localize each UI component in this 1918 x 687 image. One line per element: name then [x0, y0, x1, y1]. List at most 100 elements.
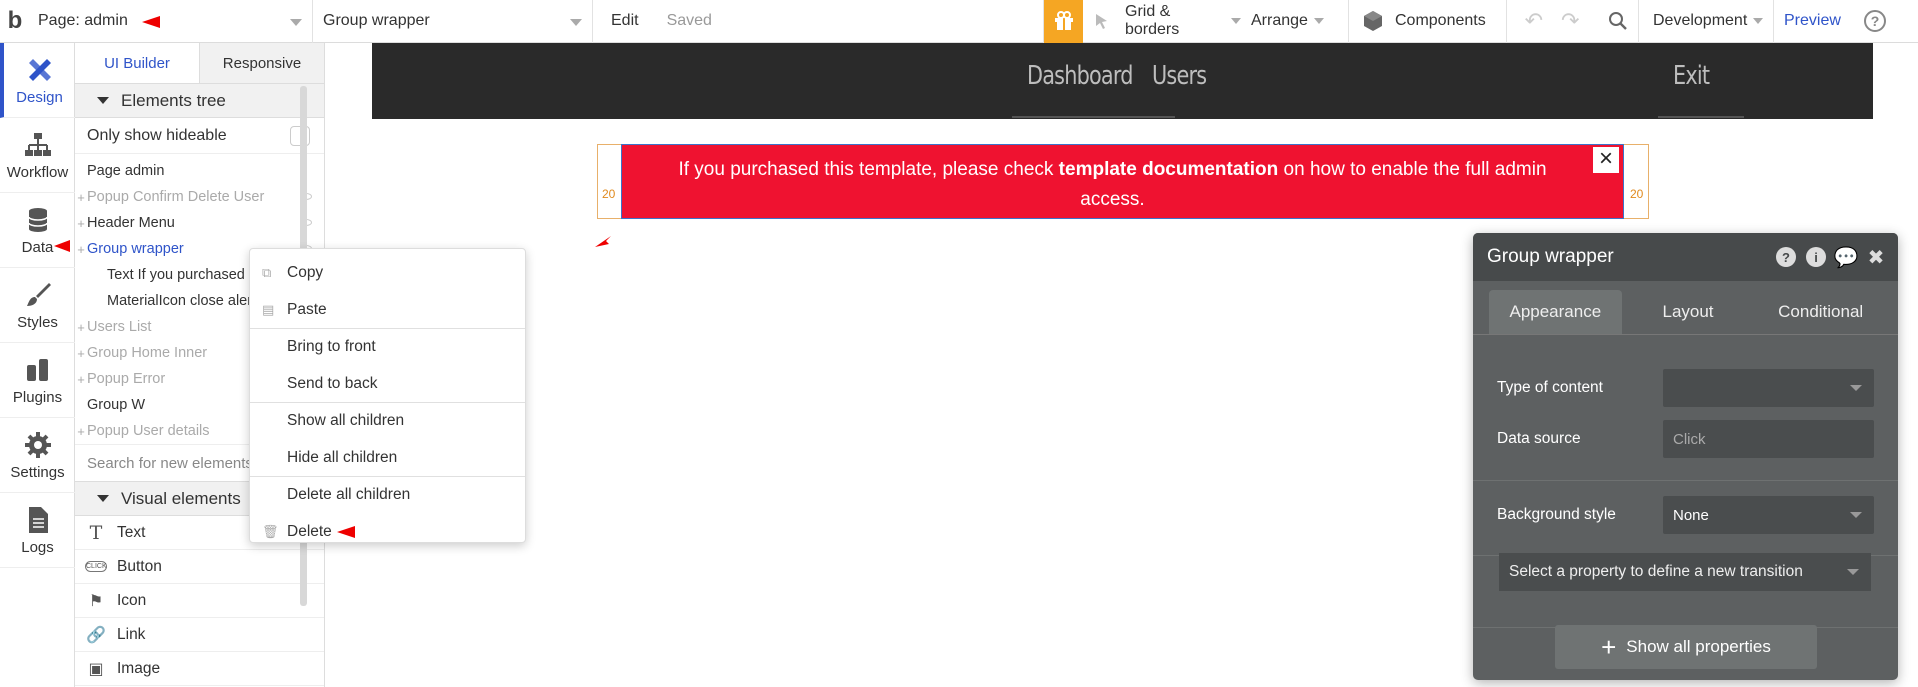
- rail-data[interactable]: Data: [0, 193, 75, 268]
- annotation-arrow: [595, 236, 611, 247]
- edit-button[interactable]: Edit: [611, 12, 639, 30]
- alert-banner[interactable]: If you purchased this template, please c…: [621, 144, 1624, 219]
- padding-right-label: 20: [1630, 187, 1644, 201]
- header-menu[interactable]: Dashboard Users Exit: [372, 43, 1873, 119]
- text-icon: T: [89, 521, 103, 544]
- elements-tree-header[interactable]: Elements tree: [75, 84, 324, 118]
- visual-element-link[interactable]: 🔗 Link: [75, 618, 324, 652]
- visual-element-label: Text: [117, 523, 146, 541]
- visual-element-label: Image: [117, 659, 161, 677]
- help-icon[interactable]: ?: [1776, 247, 1796, 267]
- page-dropdown-label: Page: admin: [38, 12, 128, 29]
- comment-icon[interactable]: 💬: [1834, 247, 1859, 269]
- expand-icon[interactable]: +: [75, 242, 87, 257]
- rail-settings[interactable]: Settings: [0, 418, 75, 493]
- menu-send-to-back[interactable]: Send to back: [250, 365, 525, 402]
- redo-icon[interactable]: ↷: [1561, 8, 1579, 34]
- visual-element-button[interactable]: CLICK Button: [75, 550, 324, 584]
- nav-dashboard[interactable]: Dashboard: [1027, 61, 1133, 91]
- menu-delete-all-children[interactable]: Delete all children: [250, 476, 525, 513]
- expand-icon[interactable]: +: [75, 190, 87, 205]
- menu-paste[interactable]: ▤ Paste: [250, 291, 525, 328]
- menu-copy[interactable]: ⧉ Copy: [250, 254, 525, 291]
- expand-icon[interactable]: +: [75, 372, 87, 387]
- components-button[interactable]: Components: [1349, 0, 1507, 43]
- rail-design-label: Design: [16, 88, 63, 106]
- undo-icon[interactable]: ↶: [1525, 8, 1543, 34]
- rail-design[interactable]: Design: [0, 43, 75, 118]
- context-menu: ⧉ Copy ▤ Paste Bring to front Send to ba…: [249, 248, 526, 543]
- paste-icon: ▤: [262, 302, 275, 317]
- trash-icon: 🗑: [262, 524, 279, 539]
- background-style-select[interactable]: None: [1663, 496, 1874, 534]
- alert-link[interactable]: template documentation: [1059, 159, 1279, 180]
- tree-item-label: Group Home Inner: [87, 345, 208, 361]
- tab-appearance[interactable]: Appearance: [1489, 290, 1622, 334]
- grid-borders-label: Grid & borders: [1125, 3, 1180, 38]
- saved-status: Saved: [666, 12, 712, 29]
- rail-styles[interactable]: Styles: [0, 268, 75, 343]
- rail-workflow[interactable]: Workflow: [0, 118, 75, 193]
- visual-element-label: Button: [117, 557, 162, 575]
- selector-tool[interactable]: [1083, 0, 1121, 43]
- tab-responsive[interactable]: Responsive: [200, 43, 324, 83]
- data-source-input[interactable]: Click: [1663, 420, 1874, 458]
- nav-exit[interactable]: Exit: [1673, 61, 1710, 91]
- help-button[interactable]: ?: [1860, 0, 1890, 43]
- header-icons: ? i 💬 ✖: [1776, 247, 1886, 269]
- menu-delete[interactable]: 🗑 Delete: [250, 513, 525, 550]
- icon-icon: ⚑: [88, 592, 104, 610]
- tree-item[interactable]: + Popup Confirm Delete User: [75, 184, 324, 210]
- tab-ui-builder[interactable]: UI Builder: [75, 43, 200, 83]
- tree-item-label: Group W: [87, 397, 146, 413]
- menu-show-all-children[interactable]: Show all children: [250, 402, 525, 439]
- environment-dropdown[interactable]: Development: [1639, 0, 1774, 43]
- nav-users[interactable]: Users: [1152, 61, 1207, 91]
- grid-borders-menu[interactable]: Grid & borders: [1121, 0, 1241, 43]
- close-icon[interactable]: ×: [1593, 147, 1619, 173]
- expand-icon[interactable]: +: [75, 346, 87, 361]
- caret-down-icon: [97, 495, 109, 502]
- info-icon[interactable]: i: [1806, 247, 1826, 267]
- annotation-arrow: [142, 16, 160, 28]
- tab-conditional[interactable]: Conditional: [1754, 290, 1887, 334]
- tree-item-label: Users List: [87, 319, 152, 335]
- gear-icon: [23, 430, 53, 460]
- close-icon[interactable]: ✖: [1866, 247, 1886, 269]
- menu-bring-to-front[interactable]: Bring to front: [250, 328, 525, 365]
- show-all-properties-button[interactable]: + Show all properties: [1555, 625, 1817, 669]
- search-button[interactable]: [1597, 0, 1639, 43]
- expand-icon[interactable]: +: [75, 424, 87, 439]
- chevron-down-icon: [1850, 512, 1862, 518]
- expand-icon[interactable]: +: [75, 216, 87, 231]
- arrange-menu[interactable]: Arrange: [1241, 0, 1349, 43]
- type-of-content-select[interactable]: [1663, 369, 1874, 407]
- caret-down-icon: [97, 97, 109, 104]
- rail-logs[interactable]: Logs: [0, 493, 75, 568]
- expand-icon[interactable]: +: [75, 320, 87, 335]
- bubble-logo[interactable]: b: [0, 0, 30, 43]
- rail-logs-label: Logs: [21, 538, 54, 556]
- menu-hide-all-children[interactable]: Hide all children: [250, 439, 525, 476]
- visual-element-image[interactable]: ▣ Image: [75, 652, 324, 686]
- property-editor: Group wrapper ? i 💬 ✖ Appearance Layout …: [1473, 233, 1898, 680]
- chevron-down-icon: [1753, 18, 1764, 24]
- element-dropdown[interactable]: Group wrapper: [313, 0, 593, 43]
- environment-label: Development: [1653, 12, 1748, 29]
- tree-item[interactable]: Page admin: [75, 158, 324, 184]
- tab-layout[interactable]: Layout: [1622, 290, 1755, 334]
- rail-plugins[interactable]: Plugins: [0, 343, 75, 418]
- chevron-down-icon: [570, 18, 582, 26]
- preview-link[interactable]: Preview: [1774, 0, 1860, 43]
- transition-select[interactable]: Select a property to define a new transi…: [1499, 553, 1871, 591]
- top-toolbar: b Page: admin Group wrapper Edit Saved G…: [0, 0, 1918, 43]
- property-editor-header[interactable]: Group wrapper ? i 💬 ✖: [1473, 233, 1898, 281]
- rail-workflow-label: Workflow: [6, 163, 69, 181]
- gift-button[interactable]: [1044, 0, 1083, 43]
- page-dropdown[interactable]: Page: admin: [30, 0, 313, 43]
- tree-item[interactable]: + Header Menu: [75, 210, 324, 236]
- plugin-icon: [23, 355, 53, 385]
- left-nav-rail: Design Workflow Data Styles Plugins Sett…: [0, 43, 75, 687]
- chevron-down-icon: [1850, 385, 1862, 391]
- visual-element-icon[interactable]: ⚑ Icon: [75, 584, 324, 618]
